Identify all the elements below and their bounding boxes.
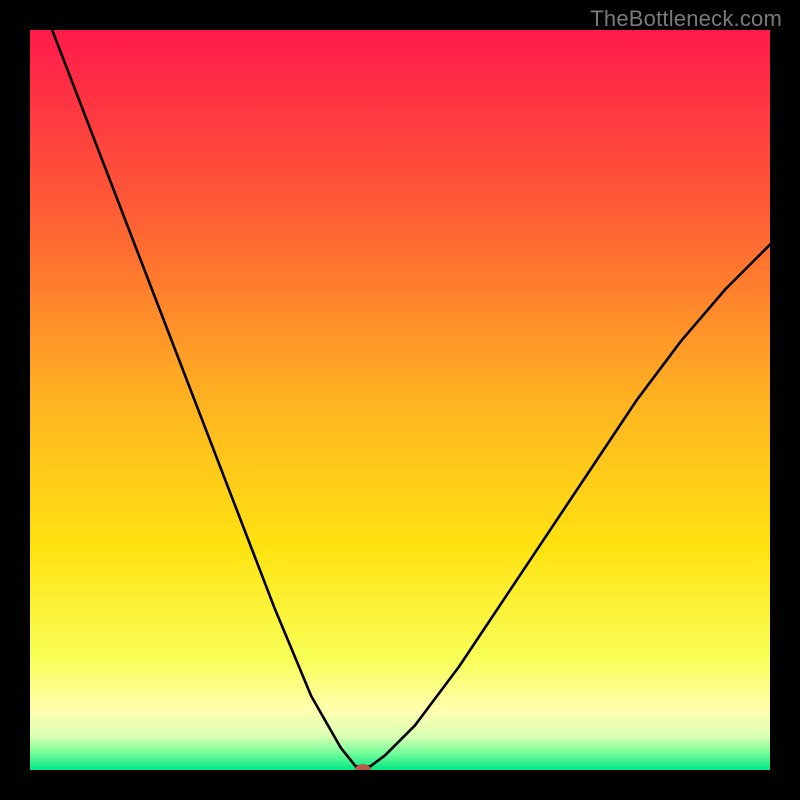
watermark-text: TheBottleneck.com bbox=[590, 6, 782, 32]
plot-area bbox=[30, 30, 770, 770]
chart-frame: TheBottleneck.com bbox=[0, 0, 800, 800]
bottleneck-chart bbox=[30, 30, 770, 770]
gradient-background bbox=[30, 30, 770, 770]
